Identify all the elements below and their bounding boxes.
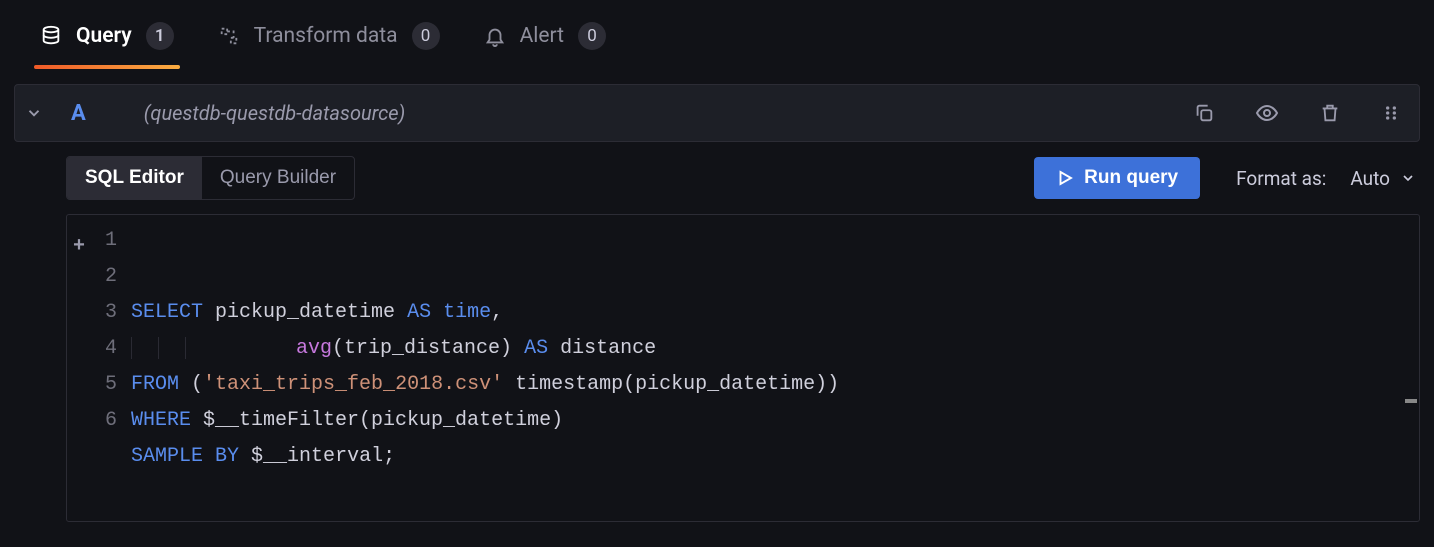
tab-alert[interactable]: Alert 0 <box>484 22 606 68</box>
query-ref-id[interactable]: A <box>71 101 86 126</box>
tab-bar: Query 1 Transform data 0 Alert 0 <box>0 0 1434 72</box>
sql-editor-tab[interactable]: SQL Editor <box>67 157 202 199</box>
run-query-label: Run query <box>1084 167 1178 189</box>
run-query-button[interactable]: Run query <box>1034 157 1200 199</box>
code-line: FROM ('taxi_trips_feb_2018.csv' timestam… <box>131 367 1407 403</box>
trash-icon[interactable] <box>1315 98 1345 128</box>
tab-transform-count: 0 <box>412 22 440 50</box>
code-line: SAMPLE BY $__interval; <box>131 439 1407 475</box>
editor-toolbar: SQL Editor Query Builder Run query Forma… <box>66 156 1420 200</box>
line-number: 4 <box>67 331 117 367</box>
format-as-label: Format as: <box>1236 167 1326 190</box>
play-icon <box>1056 169 1074 187</box>
tab-alert-count: 0 <box>578 22 606 50</box>
plus-icon[interactable]: + <box>73 229 85 265</box>
cursor-indicator <box>1405 399 1417 403</box>
query-header: A (questdb-questdb-datasource) <box>14 84 1420 142</box>
tab-query-count: 1 <box>146 22 174 50</box>
line-gutter: + 1 2 3 4 5 6 <box>67 215 127 521</box>
tab-query[interactable]: Query 1 <box>40 22 174 68</box>
tab-transform[interactable]: Transform data 0 <box>218 22 440 68</box>
code-area[interactable]: SELECT pickup_datetime AS time, avg(trip… <box>127 215 1419 521</box>
copy-icon[interactable] <box>1189 98 1219 128</box>
eye-icon[interactable] <box>1251 97 1283 129</box>
code-line: SELECT pickup_datetime AS time, <box>131 295 1407 331</box>
line-number: 5 <box>67 367 117 403</box>
tab-alert-label: Alert <box>520 24 564 48</box>
editor-mode-toggle: SQL Editor Query Builder <box>66 156 355 200</box>
query-builder-tab[interactable]: Query Builder <box>202 157 354 199</box>
bell-icon <box>484 25 506 47</box>
format-as-select[interactable]: Auto <box>1346 161 1420 196</box>
collapse-toggle[interactable] <box>25 104 43 122</box>
tab-transform-label: Transform data <box>254 24 398 48</box>
code-line: avg(trip_distance) AS distance <box>131 331 1407 367</box>
chevron-down-icon <box>1400 170 1416 186</box>
line-number: 3 <box>67 295 117 331</box>
grip-icon[interactable] <box>1377 99 1405 127</box>
code-line: WHERE $__timeFilter(pickup_datetime) <box>131 403 1407 439</box>
line-number: 6 <box>67 403 117 439</box>
tab-query-label: Query <box>76 24 132 48</box>
transform-icon <box>218 25 240 47</box>
database-icon <box>40 25 62 47</box>
datasource-name: (questdb-questdb-datasource) <box>144 101 406 125</box>
sql-editor[interactable]: + 1 2 3 4 5 6 SELECT pickup_datetime AS … <box>66 214 1420 522</box>
format-as-value: Auto <box>1350 167 1390 190</box>
